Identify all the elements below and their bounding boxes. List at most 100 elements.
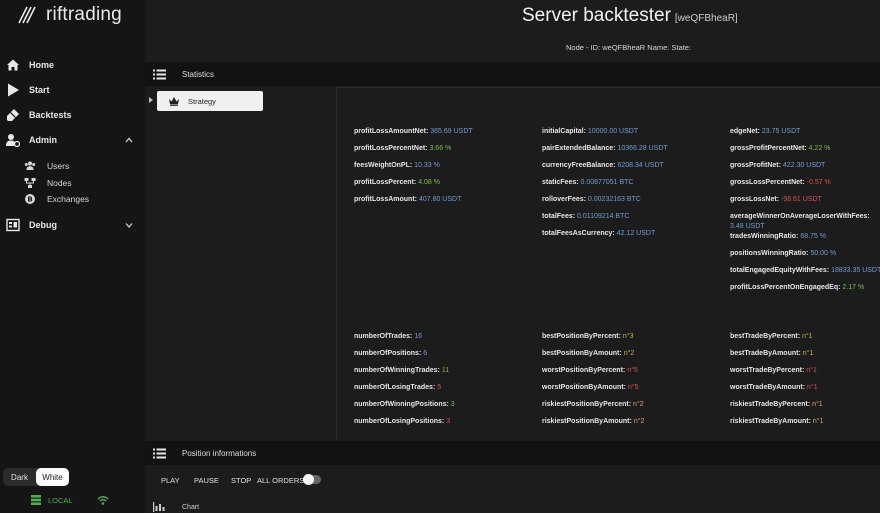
stat-key: profitLossAmountNet:: [354, 128, 429, 135]
nav-backtests[interactable]: Backtests: [0, 105, 145, 125]
stat-value: 0.00877051 BTC: [580, 179, 634, 186]
node-info: Node - ID: weQFBheaR Name: State:: [566, 43, 692, 52]
position-informations-bar[interactable]: Position informations: [145, 441, 880, 465]
stat-key: totalFeesAsCurrency:: [542, 230, 615, 237]
theme-toggle[interactable]: Dark White: [3, 468, 69, 486]
stat-key: feesWeightOnPL:: [354, 162, 413, 169]
stat-row: edgeNet: 23.75 USDT: [730, 127, 800, 137]
stat-value: n°1: [812, 418, 824, 425]
stat-key: profitLossPercent:: [354, 179, 417, 186]
stat-row: bestPositionByAmount: n°2: [542, 349, 634, 359]
stat-value: n°2: [633, 418, 645, 425]
chart-label: Chart: [182, 504, 200, 511]
stat-row: profitLossPercentNet: 3.66 %: [354, 144, 451, 154]
nav-users-label: Users: [47, 161, 70, 171]
stat-row: profitLossAmountNet: 365.69 USDT: [354, 127, 473, 137]
stat-value: 18833.35 USDT: [831, 267, 880, 274]
stat-row: profitLossPercent: 4.08 %: [354, 178, 440, 188]
tree-item-strategy-label: Strategy: [188, 96, 216, 106]
chart-section: Chart: [145, 500, 880, 513]
stats-divider: [337, 87, 880, 88]
bar-chart-icon: [153, 502, 165, 512]
stat-value: n°5: [627, 384, 639, 391]
stat-value: 10366.28 USDT: [617, 145, 668, 152]
position-informations-bar-title: Position informations: [182, 448, 257, 458]
nav-home[interactable]: Home: [0, 55, 145, 75]
stat-key: averageWinnerOnAverageLoserWithFees:: [730, 213, 870, 220]
stat-key: staticFees:: [542, 179, 579, 186]
list-icon: [153, 448, 166, 458]
all-orders-toggle-knob: [303, 474, 314, 485]
stat-row: bestPositionByPercent: n°3: [542, 332, 634, 342]
stat-value: 3.48 USDT: [730, 223, 765, 230]
page-title-text: Server backtester: [522, 5, 671, 26]
stat-value: -56.61 USDT: [780, 196, 822, 203]
nav-nodes-label: Nodes: [47, 178, 72, 188]
stat-row: totalFeesAsCurrency: 42.12 USDT: [542, 229, 655, 239]
users-icon: [24, 161, 36, 170]
stat-value: 4.08 %: [418, 179, 440, 186]
stat-value: 10000.00 USDT: [587, 128, 639, 135]
stat-value: -0.57 %: [806, 179, 831, 186]
stat-key: bestTradeByPercent:: [730, 333, 801, 340]
stat-row: staticFees: 0.00877051 BTC: [542, 178, 633, 188]
stat-value: n°3: [622, 333, 634, 340]
nav-start[interactable]: Start: [0, 80, 145, 100]
nav-exchanges-label: Exchanges: [47, 194, 90, 204]
stat-row: bestTradeByAmount: n°1: [730, 349, 813, 359]
stat-key: numberOfLosingPositions:: [354, 418, 445, 425]
stat-row: rolloverFees: 0.00232163 BTC: [542, 195, 641, 205]
stat-value: 3: [450, 401, 455, 408]
play-button[interactable]: PLAY: [161, 476, 180, 485]
stat-row: riskiestPositionByPercent: n°2: [542, 400, 644, 410]
tree-expand-arrow-icon[interactable]: [149, 97, 153, 103]
pause-button[interactable]: PAUSE: [194, 476, 219, 485]
brand-name: riftrading: [46, 4, 122, 25]
stat-row: numberOfPositions: 6: [354, 349, 427, 359]
stat-row: worstPositionByAmount: n°5: [542, 383, 639, 393]
user-gear-icon: [6, 134, 20, 147]
stat-key: grossProfitPercentNet:: [730, 145, 807, 152]
stat-value: 3: [446, 418, 451, 425]
stat-key: profitLossAmount:: [354, 196, 417, 203]
stat-row: totalFees: 0.01109214 BTC: [542, 212, 629, 222]
stat-value: 50.00 %: [810, 250, 837, 257]
statistics-bar[interactable]: Statistics: [145, 62, 880, 86]
stat-value: 2.17 %: [842, 284, 865, 291]
nav-users[interactable]: Users: [0, 159, 145, 173]
stat-value: 16: [414, 333, 423, 340]
stat-row: tradesWinningRatio: 68.75 %: [730, 232, 826, 242]
stat-key: edgeNet:: [730, 128, 760, 135]
svg-text:B: B: [27, 196, 32, 204]
brand[interactable]: riftrading: [18, 4, 122, 26]
stat-row: currencyFreeBalance: 6208.34 USDT: [542, 161, 664, 171]
stat-key: grossLossNet:: [730, 196, 780, 203]
stat-row: numberOfWinningTrades: 11: [354, 366, 449, 376]
stat-key: riskiestPositionByAmount:: [542, 418, 632, 425]
stat-value: 6: [423, 350, 428, 357]
nav-admin[interactable]: Admin: [0, 130, 145, 150]
theme-dark-option[interactable]: Dark: [3, 468, 36, 486]
stat-key: pairExtendedBalance:: [542, 145, 616, 152]
chevron-down-icon: [125, 223, 133, 228]
all-orders-toggle[interactable]: [303, 474, 321, 485]
bitcoin-icon: B: [25, 194, 35, 204]
stat-row: numberOfLosingPositions: 3: [354, 417, 450, 427]
stat-value: 3.66 %: [429, 145, 452, 152]
stat-key: worstTradeByPercent:: [730, 367, 805, 374]
stat-key: tradesWinningRatio:: [730, 233, 799, 240]
nav-nodes[interactable]: Nodes: [0, 176, 145, 190]
stat-row: numberOfLosingTrades: 5: [354, 383, 441, 393]
stat-key: totalFees:: [542, 213, 576, 220]
nav-exchanges[interactable]: B Exchanges: [0, 192, 145, 206]
nav-debug[interactable]: Debug: [0, 215, 145, 235]
tree-item-strategy[interactable]: Strategy: [157, 91, 263, 111]
stat-value: n°2: [633, 401, 644, 408]
stat-value: 0.00232163 BTC: [587, 196, 641, 203]
theme-white-option[interactable]: White: [36, 468, 69, 486]
page-title: Server backtester [weQFBheaR]: [522, 5, 738, 27]
stat-value: 11: [441, 367, 450, 374]
stat-row: pairExtendedBalance: 10366.28 USDT: [542, 144, 668, 154]
stat-key: totalEngagedEquityWithFees:: [730, 267, 830, 274]
stop-button[interactable]: STOP: [231, 476, 251, 485]
